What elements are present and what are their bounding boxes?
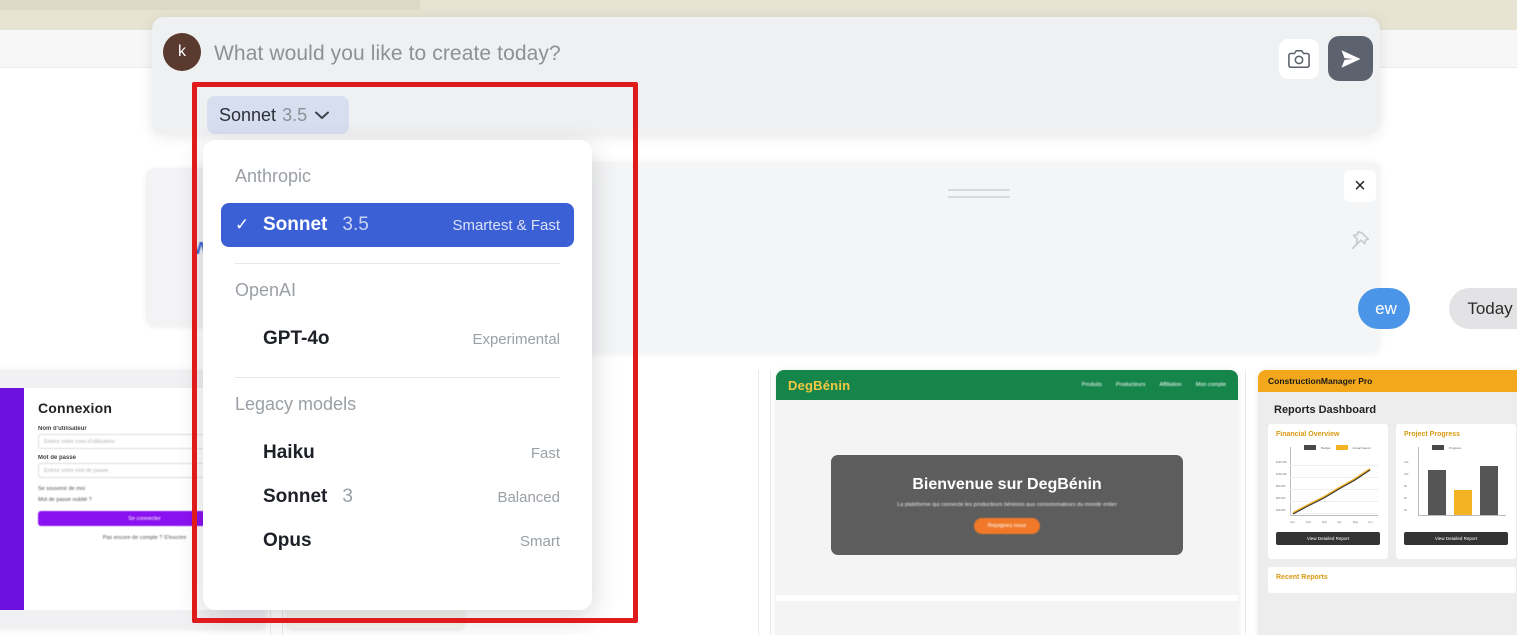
widget-financial-overview: Financial Overview Budget Actual Spend <box>1268 424 1388 559</box>
menu-item-sonnet-3[interactable]: Sonnet 3 Balanced <box>221 475 574 519</box>
menu-item-tag: Smartest & Fast <box>452 217 560 234</box>
bar <box>1428 470 1446 515</box>
chevron-down-icon <box>315 108 329 123</box>
menu-item-name: Sonnet <box>263 486 327 508</box>
recent-reports-panel: Recent Reports <box>1268 567 1516 593</box>
chart-x-axis <box>1418 515 1506 516</box>
gallery-card-degbenin[interactable]: DegBénin Produits Producteurs Affiliatio… <box>776 370 1238 635</box>
group-label-legacy: Legacy models <box>221 394 574 415</box>
menu-item-tag: Fast <box>531 445 560 462</box>
widget-title: Project Progress <box>1404 431 1508 438</box>
screen: Connexion Nom d'utilisateur Entrez votre… <box>0 0 1517 635</box>
progress-bar-chart: Progress 120 100 80 60 40 <box>1404 443 1508 528</box>
group-label-openai: OpenAI <box>221 280 574 301</box>
gallery-separator <box>758 370 759 635</box>
legend-label: Progress <box>1449 446 1461 450</box>
menu-divider <box>235 377 560 378</box>
widget-project-progress: Project Progress Progress 120 100 <box>1396 424 1516 559</box>
chart-y-axis <box>1418 447 1419 516</box>
view-detailed-report-button[interactable]: View Detailed Report <box>1404 532 1508 545</box>
model-selector-button[interactable]: Sonnet 3.5 <box>207 96 349 134</box>
construction-app-title: ConstructionManager Pro <box>1268 376 1372 386</box>
degbenin-nav-item[interactable]: Affiliation <box>1160 382 1182 388</box>
avatar[interactable]: k <box>163 33 201 71</box>
degbenin-hero-title: Bienvenue sur DegBénin <box>912 476 1101 494</box>
drag-handle-icon[interactable] <box>948 189 1010 203</box>
menu-item-version: 3 <box>342 486 353 508</box>
view-detailed-report-button[interactable]: View Detailed Report <box>1276 532 1380 545</box>
menu-divider <box>235 263 560 264</box>
degbenin-nav-item[interactable]: Produits <box>1082 382 1102 388</box>
check-icon: ✓ <box>235 215 253 235</box>
financial-line-chart: Budget Actual Spend <box>1276 443 1380 528</box>
widget-title: Financial Overview <box>1276 431 1380 438</box>
menu-item-name: GPT-4o <box>263 328 330 350</box>
group-label-anthropic: Anthropic <box>221 166 574 187</box>
chart-legend: Progress <box>1432 445 1461 450</box>
menu-item-haiku[interactable]: Haiku Fast <box>221 431 574 475</box>
prompt-input[interactable]: What would you like to create today? <box>214 42 561 66</box>
menu-item-name: Opus <box>263 530 312 552</box>
menu-item-name: Haiku <box>263 442 315 464</box>
degbenin-footer-strip <box>776 595 1238 601</box>
model-version: 3.5 <box>282 105 307 126</box>
bar <box>1480 466 1498 515</box>
model-dropdown-menu[interactable]: Anthropic ✓ Sonnet 3.5 Smartest & Fast O… <box>203 140 592 610</box>
menu-item-tag: Experimental <box>472 331 560 348</box>
background-top-strip-dark <box>0 0 420 10</box>
menu-item-name: Sonnet <box>263 214 327 236</box>
preview-panel <box>560 162 1380 352</box>
menu-item-sonnet-35[interactable]: ✓ Sonnet 3.5 Smartest & Fast <box>221 203 574 247</box>
gallery-card-construction[interactable]: ConstructionManager Pro Reports Dashboar… <box>1258 370 1517 635</box>
construction-widgets: Financial Overview Budget Actual Spend <box>1258 424 1517 559</box>
menu-item-version: 3.5 <box>342 214 368 236</box>
bar <box>1454 490 1472 515</box>
menu-item-opus[interactable]: Opus Smart <box>221 519 574 563</box>
degbenin-logo: DegBénin <box>788 378 850 393</box>
construction-dashboard-title: Reports Dashboard <box>1274 404 1517 416</box>
camera-icon[interactable] <box>1279 39 1319 79</box>
today-filter-button[interactable]: Today <box>1449 288 1517 329</box>
degbenin-navbar: DegBénin Produits Producteurs Affiliatio… <box>776 370 1238 400</box>
login-card-accent-bar <box>0 388 24 610</box>
new-button[interactable]: ew <box>1358 288 1410 329</box>
degbenin-cta-button[interactable]: Rejoignez-nous <box>974 518 1040 534</box>
degbenin-hero-subtitle: La plateforme qui connecte les producteu… <box>897 502 1117 508</box>
degbenin-nav-item[interactable]: Mon compte <box>1196 382 1226 388</box>
financial-trend-line <box>1276 443 1380 528</box>
model-name: Sonnet <box>219 105 276 126</box>
gallery-separator <box>770 370 771 635</box>
pin-icon[interactable] <box>1344 225 1376 257</box>
degbenin-nav-links[interactable]: Produits Producteurs Affiliation Mon com… <box>1082 382 1226 388</box>
degbenin-hero: Bienvenue sur DegBénin La plateforme qui… <box>831 455 1183 555</box>
gallery-separator <box>1245 370 1246 635</box>
construction-appbar: ConstructionManager Pro <box>1258 370 1517 392</box>
close-icon[interactable]: × <box>1344 170 1376 202</box>
send-button[interactable] <box>1328 36 1373 81</box>
menu-item-tag: Balanced <box>497 489 560 506</box>
recent-reports-title: Recent Reports <box>1276 574 1508 581</box>
menu-item-tag: Smart <box>520 533 560 550</box>
menu-item-gpt-4o[interactable]: GPT-4o Experimental <box>221 317 574 361</box>
degbenin-nav-item[interactable]: Producteurs <box>1116 382 1146 388</box>
legend-swatch-progress <box>1432 445 1444 450</box>
